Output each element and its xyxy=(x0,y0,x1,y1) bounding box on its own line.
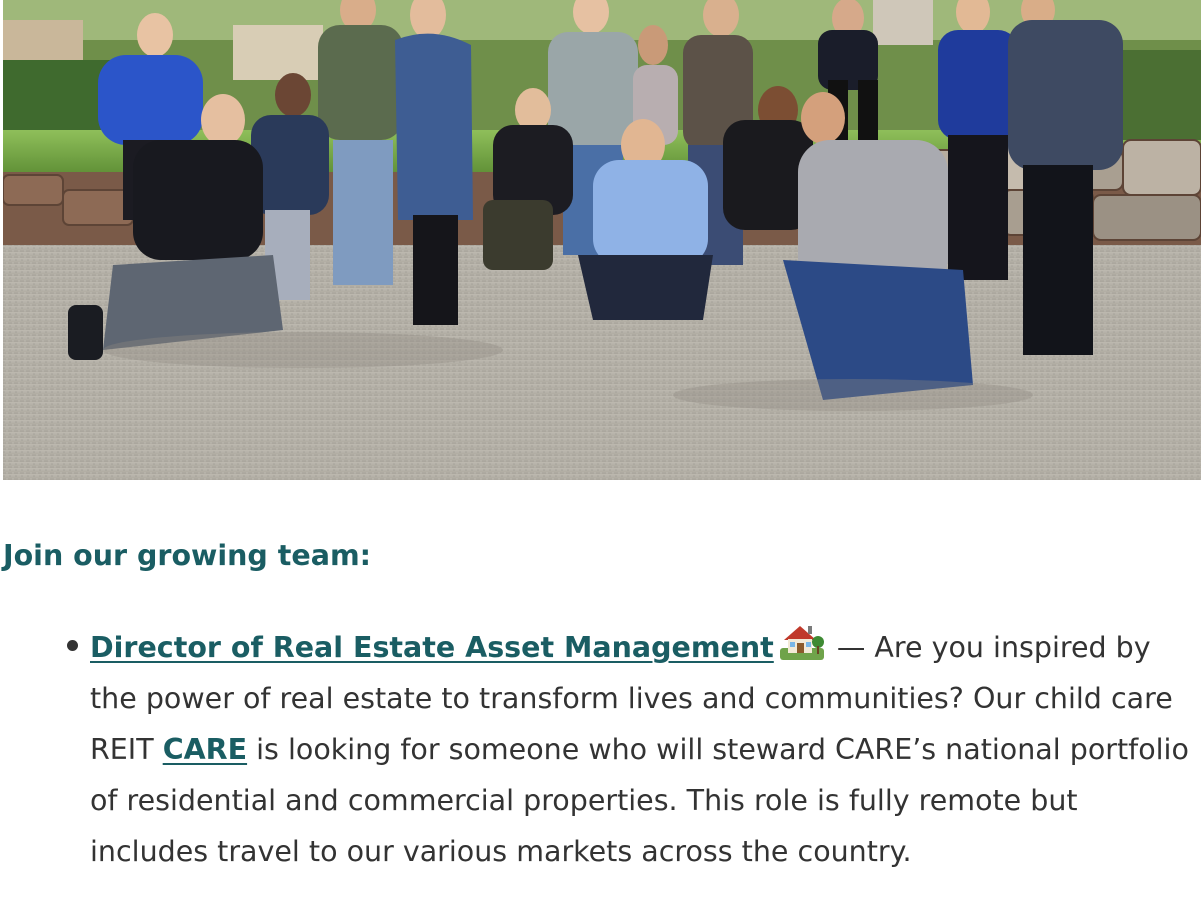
job-description-rest: is looking for someone who will steward … xyxy=(90,733,1189,868)
section-heading: Join our growing team: xyxy=(3,539,372,572)
bullet-icon xyxy=(67,640,78,651)
care-link[interactable]: CARE xyxy=(163,733,247,766)
house-with-garden-icon xyxy=(779,620,824,660)
list-item: Director of Real Estate Asset Management… xyxy=(67,620,1190,877)
team-photo xyxy=(3,0,1201,480)
job-title-link[interactable]: Director of Real Estate Asset Management xyxy=(90,631,774,664)
job-list: Director of Real Estate Asset Management… xyxy=(67,620,1190,877)
newsletter-page: Join our growing team: Director of Real … xyxy=(0,0,1201,921)
